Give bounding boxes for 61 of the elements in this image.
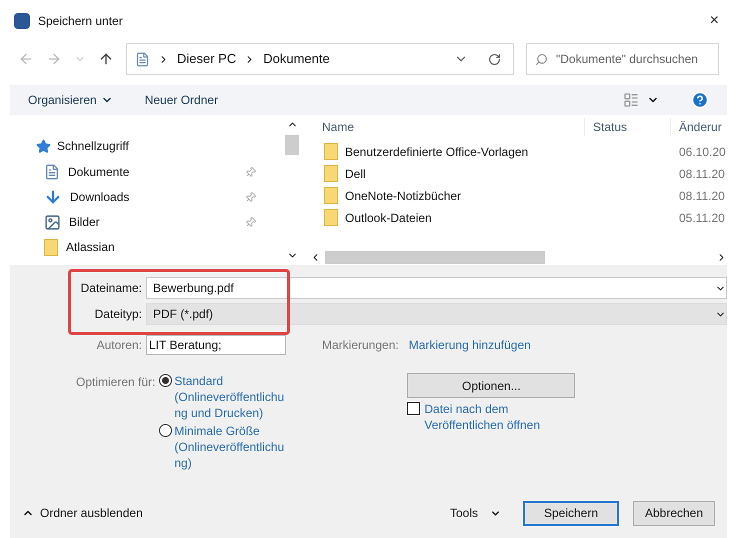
- checkbox-option[interactable]: Datei nach dem Veröffentlichen öffnen: [407, 401, 576, 433]
- checkbox[interactable]: [407, 402, 420, 415]
- new-folder-button[interactable]: Neuer Ordner: [144, 91, 218, 109]
- view-options-icon[interactable]: [623, 92, 639, 108]
- folder-icon: [44, 238, 58, 256]
- date-cell-text: 05.11.20: [678, 210, 725, 226]
- search-placeholder: "Dokumente" durchsuchen: [556, 51, 698, 68]
- folder-icon: [324, 187, 338, 204]
- date-cell-text: 08.11.20: [678, 188, 725, 204]
- radio-button[interactable]: [159, 424, 172, 437]
- authors-field[interactable]: LIT Beratung;: [146, 335, 286, 355]
- field-label: Dateiname:: [80, 280, 142, 297]
- download-arrow-icon: [44, 188, 62, 206]
- file-row[interactable]: OneNote-Notizbücher: [310, 186, 671, 204]
- scrollbar-thumb[interactable]: [285, 135, 299, 155]
- field-label: Markierungen:: [322, 337, 399, 354]
- sidebar-item[interactable]: Atlassian: [38, 237, 268, 257]
- search-icon: [535, 52, 548, 66]
- search-field[interactable]: "Dokumente" durchsuchen: [526, 43, 719, 75]
- filename-field[interactable]: Bewerbung.pdf: [146, 277, 727, 299]
- file-row[interactable]: Dell: [310, 164, 671, 182]
- sidebar-item[interactable]: Downloads: [38, 187, 268, 207]
- quick-access-header[interactable]: Schnellzugriff: [57, 137, 129, 155]
- radio-option[interactable]: Minimale Größe (Onlineveröffentlichu ng): [159, 423, 390, 471]
- save-button[interactable]: Speichern: [523, 500, 619, 526]
- date-cell-text: 08.11.20: [678, 166, 725, 182]
- radio-button[interactable]: [159, 374, 172, 387]
- column-header[interactable]: Status: [585, 118, 671, 136]
- document-icon: [135, 52, 150, 66]
- cancel-button[interactable]: Abbrechen: [633, 500, 715, 526]
- organize-menu-button[interactable]: Organisieren: [28, 91, 113, 109]
- file-row[interactable]: Benutzerdefinierte Office-Vorlagen: [310, 142, 671, 160]
- filetype-dropdown[interactable]: PDF (*.pdf): [146, 303, 727, 325]
- add-tag-link[interactable]: Markierung hinzufügen: [408, 336, 531, 354]
- document-icon: [44, 164, 60, 180]
- field-label: Autoren:: [96, 337, 142, 354]
- scrollbar-thumb[interactable]: [325, 250, 545, 264]
- column-header[interactable]: Änderur: [671, 118, 722, 136]
- optimize-label: Optimieren für:: [76, 374, 156, 391]
- close-button[interactable]: ×: [710, 9, 723, 33]
- folder-icon: [324, 209, 338, 226]
- sidebar-item[interactable]: Bilder: [38, 212, 268, 232]
- radio-option[interactable]: Standard (Onlineveröffentlichu ng und Drucken): [159, 373, 390, 421]
- star-icon: [36, 138, 51, 154]
- options-button[interactable]: Optionen...: [407, 373, 576, 398]
- breadcrumb-item[interactable]: Dieser PC: [177, 49, 236, 69]
- refresh-icon[interactable]: [488, 52, 501, 66]
- folder-icon: [324, 143, 338, 160]
- sidebar-item[interactable]: Dokumente: [38, 162, 268, 182]
- window-title: Speichern unter: [38, 13, 123, 30]
- breadcrumb-item[interactable]: Dokumente: [263, 49, 330, 69]
- file-row[interactable]: Outlook-Dateien: [310, 208, 671, 226]
- picture-icon: [44, 214, 61, 230]
- hide-folders-button[interactable]: Ordner ausblenden: [22, 504, 143, 522]
- folder-icon: [324, 165, 338, 182]
- tools-menu-button[interactable]: Tools: [450, 504, 501, 522]
- column-header[interactable]: Name: [310, 118, 585, 136]
- date-cell-text: 06.10.20: [678, 144, 726, 160]
- help-icon[interactable]: [691, 91, 709, 109]
- address-bar[interactable]: Dieser PC Dokumente: [126, 43, 514, 75]
- field-label: Dateityp:: [94, 306, 142, 323]
